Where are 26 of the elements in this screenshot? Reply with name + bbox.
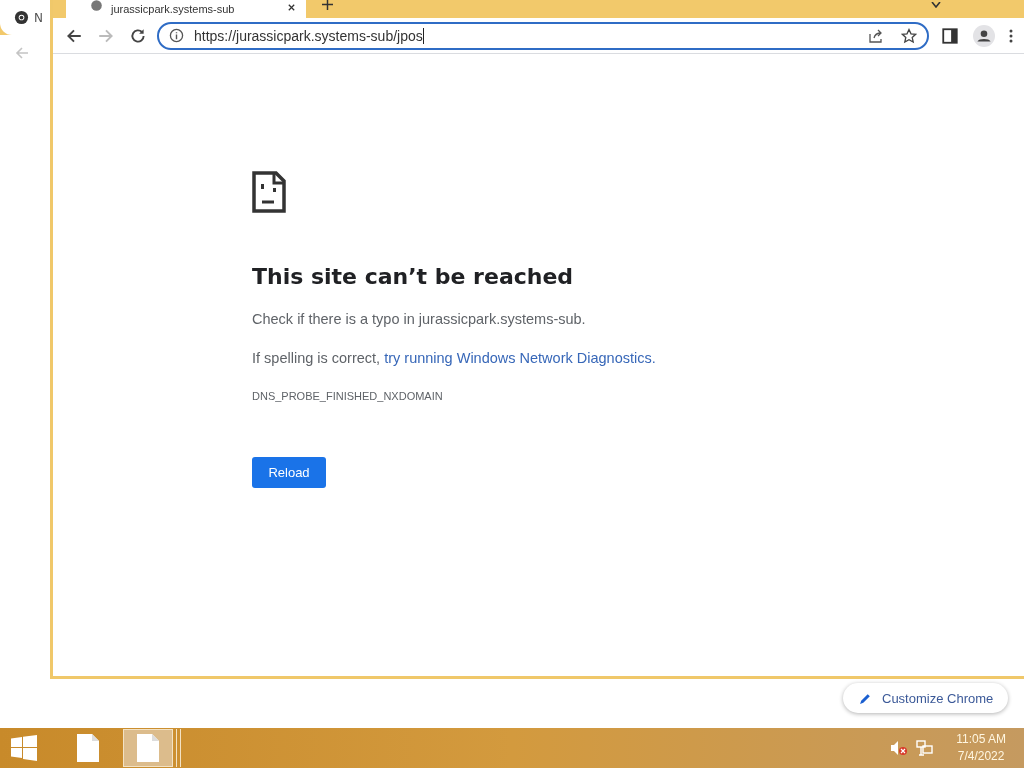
browser-tab[interactable]: jurassicpark.systems-sub — [66, 0, 306, 18]
share-icon[interactable] — [868, 27, 884, 44]
side-panel-icon[interactable] — [941, 26, 959, 45]
reload-icon[interactable] — [129, 26, 147, 45]
muted-speaker-icon[interactable] — [890, 740, 909, 756]
error-message: Check if there is a typo in jurassicpark.systems-sub. — [252, 310, 587, 329]
caret-icon[interactable] — [931, 2, 941, 8]
file-icon — [77, 734, 99, 762]
error-title: This site can’t be reached — [252, 263, 575, 291]
sad-page-icon — [252, 171, 286, 213]
reload-button[interactable]: Reload — [252, 457, 326, 488]
error-code: DNS_PROBE_FINISHED_NXDOMAIN — [252, 390, 444, 402]
error-suggestion: If spelling is correct, try running Windows Network Diagnostics. — [252, 349, 657, 368]
star-icon[interactable] — [901, 27, 917, 44]
menu-icon[interactable] — [1009, 27, 1013, 44]
diagnostics-link[interactable]: try running Windows Network Diagnostics. — [384, 350, 656, 366]
windows-logo-icon[interactable] — [11, 735, 37, 761]
file-icon — [137, 734, 159, 762]
new-tab-icon[interactable] — [322, 0, 333, 10]
address-bar[interactable]: https://jurassicpark.systems-sub/jpos — [157, 21, 929, 50]
tab-title[interactable]: N — [34, 10, 43, 25]
close-icon[interactable] — [287, 2, 296, 12]
pencil-icon — [859, 691, 872, 705]
profile-icon[interactable] — [973, 24, 995, 47]
info-icon[interactable] — [169, 28, 184, 43]
customize-chrome-button[interactable]: Customize Chrome — [843, 683, 1008, 713]
